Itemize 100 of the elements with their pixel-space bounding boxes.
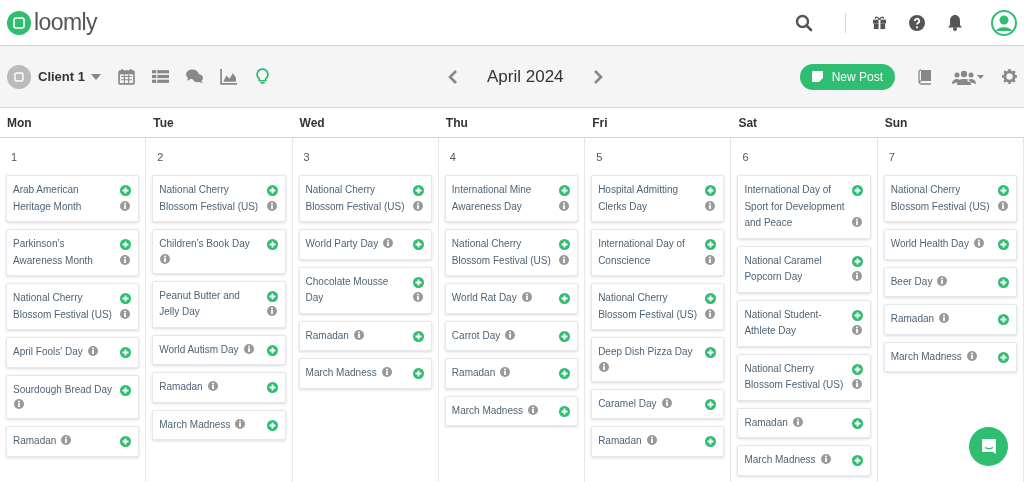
notification-bell-icon[interactable] (947, 14, 963, 31)
info-icon[interactable] (705, 308, 716, 319)
info-icon[interactable] (998, 200, 1008, 211)
add-post-icon[interactable] (851, 363, 863, 375)
event-card[interactable]: International Day of Conscience (591, 229, 725, 276)
avatar-icon[interactable] (991, 9, 1017, 36)
add-post-icon[interactable] (266, 382, 278, 393)
info-icon[interactable] (966, 350, 977, 361)
info-icon[interactable] (14, 399, 24, 409)
event-card[interactable]: National Cherry Blossom Festival (US) (152, 175, 286, 222)
add-post-icon[interactable] (851, 417, 863, 429)
info-icon[interactable] (820, 454, 831, 464)
event-card[interactable]: Ramadan (152, 372, 286, 403)
previous-month-icon[interactable] (447, 68, 459, 85)
info-icon[interactable] (939, 313, 950, 323)
add-post-icon[interactable] (266, 185, 278, 196)
add-post-icon[interactable] (412, 276, 424, 288)
add-post-icon[interactable] (705, 293, 717, 304)
info-icon[interactable] (160, 253, 171, 264)
add-post-icon[interactable] (559, 239, 571, 250)
info-icon[interactable] (383, 238, 394, 248)
info-icon[interactable] (120, 200, 131, 211)
add-post-icon[interactable] (266, 290, 278, 302)
add-post-icon[interactable] (998, 239, 1009, 250)
next-month-icon[interactable] (591, 68, 604, 85)
add-post-icon[interactable] (998, 276, 1009, 288)
event-card[interactable]: March Madness (298, 358, 432, 389)
event-card[interactable]: National Cherry Blossom Festival (US) (298, 175, 432, 222)
info-icon[interactable] (528, 404, 538, 415)
add-post-icon[interactable] (705, 436, 717, 447)
add-post-icon[interactable] (120, 185, 132, 196)
event-card[interactable]: National Cherry Blossom Festival (US) (883, 175, 1017, 222)
client-avatar-icon[interactable] (7, 64, 31, 89)
add-post-icon[interactable] (705, 185, 717, 196)
event-card[interactable]: March Madness (737, 445, 871, 476)
add-post-icon[interactable] (705, 347, 717, 358)
add-post-icon[interactable] (998, 351, 1009, 363)
chat-launcher-button[interactable] (969, 427, 1008, 466)
event-card[interactable]: Ramadan (883, 304, 1017, 335)
info-icon[interactable] (973, 238, 984, 248)
event-card[interactable]: Ramadan (591, 426, 725, 457)
add-post-icon[interactable] (559, 185, 571, 196)
add-post-icon[interactable] (120, 347, 132, 358)
event-card[interactable]: March Madness (444, 395, 579, 426)
add-post-icon[interactable] (851, 255, 863, 267)
event-card[interactable]: National Cherry Blossom Festival (US) (591, 283, 725, 330)
add-post-icon[interactable] (120, 436, 132, 447)
event-card[interactable]: March Madness (152, 409, 286, 440)
add-post-icon[interactable] (851, 455, 863, 466)
event-card[interactable]: World Autism Day (152, 334, 286, 365)
event-card[interactable]: Carrot Day (444, 320, 579, 351)
info-icon[interactable] (599, 361, 610, 372)
list-icon[interactable] (151, 68, 169, 85)
add-post-icon[interactable] (120, 384, 132, 396)
info-icon[interactable] (937, 275, 948, 286)
info-icon[interactable] (207, 381, 218, 391)
event-card[interactable]: Arab American Heritage Month (6, 175, 140, 222)
add-post-icon[interactable] (120, 239, 132, 250)
event-card[interactable]: Ramadan (737, 407, 871, 438)
info-icon[interactable] (120, 308, 131, 319)
add-post-icon[interactable] (559, 330, 571, 342)
info-icon[interactable] (120, 254, 131, 265)
event-card[interactable]: Chocolate Mousse Day (298, 266, 432, 314)
info-icon[interactable] (705, 254, 716, 265)
info-icon[interactable] (266, 200, 277, 211)
add-post-icon[interactable] (412, 185, 424, 196)
add-post-icon[interactable] (266, 239, 278, 250)
help-icon[interactable] (909, 14, 925, 31)
add-post-icon[interactable] (851, 185, 863, 196)
info-icon[interactable] (851, 217, 862, 227)
info-icon[interactable] (559, 254, 570, 265)
event-card[interactable]: Ramadan (298, 320, 432, 351)
event-card[interactable]: National Cherry Blossom Festival (US) (444, 229, 579, 276)
info-icon[interactable] (266, 306, 277, 316)
add-post-icon[interactable] (412, 368, 424, 379)
lightbulb-icon[interactable] (253, 68, 271, 85)
info-icon[interactable] (705, 200, 716, 211)
info-icon[interactable] (500, 367, 511, 377)
event-card[interactable]: International Mine Awareness Day (444, 175, 579, 222)
event-card[interactable]: Caramel Day (591, 388, 725, 419)
info-icon[interactable] (505, 329, 516, 340)
info-icon[interactable] (412, 200, 423, 211)
search-icon[interactable] (795, 13, 813, 32)
add-post-icon[interactable] (412, 330, 424, 342)
info-icon[interactable] (646, 435, 657, 445)
event-card[interactable]: Ramadan (6, 426, 140, 457)
info-icon[interactable] (243, 343, 254, 354)
event-card[interactable]: World Rat Day (444, 283, 579, 314)
add-post-icon[interactable] (559, 368, 571, 379)
info-icon[interactable] (412, 292, 423, 302)
event-card[interactable]: March Madness (883, 341, 1017, 372)
add-post-icon[interactable] (559, 293, 571, 304)
team-dropdown-icon[interactable] (952, 68, 984, 85)
info-icon[interactable] (559, 200, 570, 211)
info-icon[interactable] (851, 379, 862, 389)
add-post-icon[interactable] (120, 293, 132, 304)
area-chart-icon[interactable] (219, 68, 237, 85)
info-icon[interactable] (521, 292, 532, 302)
info-icon[interactable] (61, 435, 72, 445)
client-dropdown[interactable]: Client 1 (38, 66, 101, 87)
